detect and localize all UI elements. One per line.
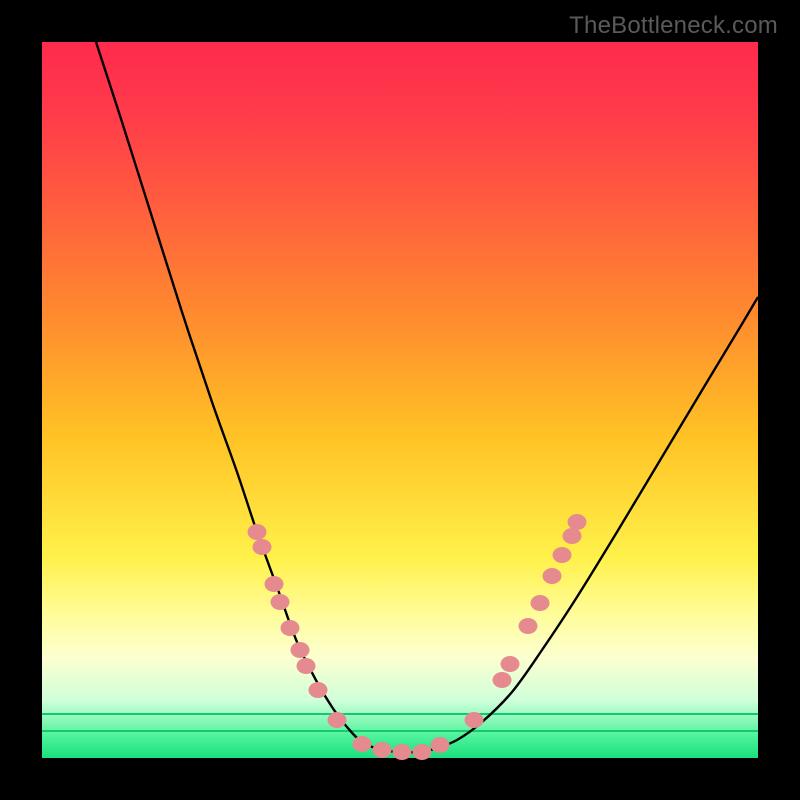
bead-marker: [297, 658, 316, 674]
bead-marker: [271, 594, 290, 610]
bead-marker: [563, 528, 582, 544]
bead-marker: [353, 736, 372, 752]
bead-marker: [431, 737, 450, 753]
bead-marker: [553, 547, 572, 563]
bead-marker: [531, 595, 550, 611]
bead-marker: [373, 742, 392, 758]
chart-svg: [42, 42, 758, 758]
bead-marker: [265, 576, 284, 592]
outer-frame: TheBottleneck.com: [0, 0, 800, 800]
bead-marker: [568, 514, 587, 530]
bead-marker: [413, 744, 432, 760]
bead-marker: [493, 672, 512, 688]
bead-marker: [519, 618, 538, 634]
bead-marker: [501, 656, 520, 672]
bead-marker: [253, 539, 272, 555]
bead-marker: [543, 568, 562, 584]
bottleneck-curve-path: [96, 42, 758, 752]
bead-marker: [281, 620, 300, 636]
bead-marker: [328, 712, 347, 728]
bead-marker: [465, 712, 484, 728]
plot-area: [42, 42, 758, 758]
bead-marker: [393, 744, 412, 760]
bead-group: [248, 514, 587, 760]
bead-marker: [291, 642, 310, 658]
bead-marker: [309, 682, 328, 698]
watermark-text: TheBottleneck.com: [569, 12, 778, 40]
bead-marker: [248, 524, 267, 540]
